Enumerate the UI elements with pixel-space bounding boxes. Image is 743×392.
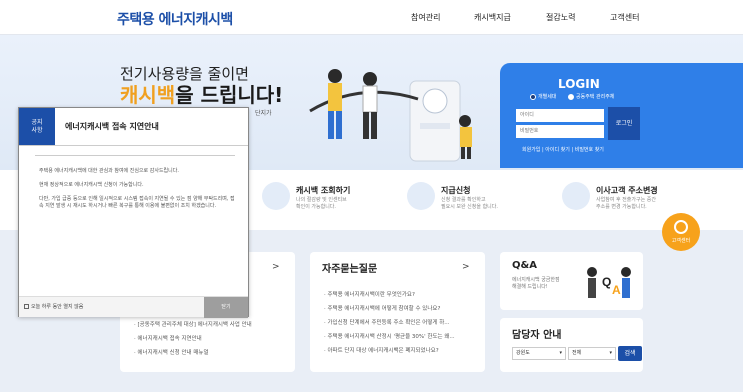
notice-item[interactable]: 에너지캐시백 접속 지연안내	[134, 334, 252, 348]
notice-item[interactable]: [공동주택 관리주체 대상] 에너지캐시백 사업 안내	[134, 320, 252, 334]
site-logo[interactable]: 주택용 에너지캐시백	[117, 9, 233, 29]
nav-customer-center[interactable]: 고객센터	[610, 12, 639, 23]
map-pin-icon	[562, 182, 590, 210]
notice-item[interactable]: 에너지캐시백 신청 안내 매뉴얼	[134, 348, 252, 362]
manager-card: 담당자 안내	[500, 318, 643, 372]
popup-footer: 오늘 하루 동안 열지 않음 닫기	[19, 296, 248, 318]
manager-title: 담당자 안내	[512, 330, 562, 341]
notice-list: [공동주택 관리주체 대상] 에너지캐시백 사업 안내 에너지캐시백 접속 지연…	[134, 320, 252, 362]
notice-popup: 공지 사항 에너지캐시백 접속 지연안내 주택용 에너지캐시백에 대한 관심과 참…	[18, 107, 249, 318]
faq-list: 주택용 에너지캐시백이란 무엇인가요? 주택용 에너지캐시백에 어떻게 참여할 …	[324, 290, 455, 360]
customer-center-badge[interactable]: 고객센터	[662, 213, 700, 251]
hero-highlight: 캐시백	[120, 83, 176, 107]
svg-text:A: A	[612, 283, 621, 297]
login-button[interactable]: 로그인	[608, 107, 640, 140]
login-links[interactable]: 회원가입 | 아이디 찾기 | 비밀번호 찾기	[522, 146, 604, 153]
qa-people-icon: Q A	[587, 267, 631, 298]
search-button[interactable]: 검색	[618, 346, 642, 361]
hero-line2-rest: 을 드립니다!	[175, 83, 284, 107]
radio-unselected-icon	[568, 93, 574, 100]
faq-title[interactable]: 자주묻는질문	[322, 260, 377, 275]
qa-description: 에너지캐시백 궁금한점 해결해 드립니다!	[512, 277, 560, 290]
scope-select[interactable]: 전체 ▾	[568, 347, 616, 360]
faq-item[interactable]: 가입신청 단계에서 주민등록 주소 확인은 어떻게 하...	[324, 318, 455, 332]
faq-card: 자주묻는질문 > 주택용 에너지캐시백이란 무엇인가요? 주택용 에너지캐시백에…	[310, 252, 485, 372]
qa-card[interactable]: Q&A 에너지캐시백 궁금한점 해결해 드립니다! Q A	[500, 252, 643, 310]
nav-saving[interactable]: 절감노력	[546, 12, 575, 23]
login-title: LOGIN	[558, 77, 600, 91]
password-input[interactable]	[516, 125, 604, 138]
nav-cashback[interactable]: 캐시백지급	[474, 12, 511, 23]
chevron-down-icon: ▾	[559, 350, 562, 356]
radio-apartment-manager[interactable]: 공동주택 관리주체	[568, 93, 614, 100]
hero-line2: 캐시백을 드립니다!	[120, 79, 283, 108]
computer-icon	[407, 182, 435, 210]
divider	[35, 155, 235, 156]
popup-close-button[interactable]: 닫기	[204, 297, 248, 318]
faq-item[interactable]: 주택용 에너지캐시백에 어떻게 참여할 수 있나요?	[324, 304, 455, 318]
chevron-down-icon: ▾	[609, 350, 612, 356]
faq-more-chevron-icon[interactable]: >	[462, 262, 470, 272]
qa-title: Q&A	[512, 260, 537, 271]
divider	[19, 145, 248, 146]
radio-individual[interactable]: 개별세대	[530, 93, 556, 100]
login-panel: LOGIN 개별세대 공동주택 관리주체 로그인 회원가입 | 아이디 찾기 |…	[500, 63, 743, 168]
top-navigation: 주택용 에너지캐시백 참여관리 캐시백지급 절감노력 고객센터	[0, 0, 743, 35]
hero-subtext: 단지가	[255, 110, 272, 117]
radio-selected-icon	[530, 93, 536, 100]
faq-item[interactable]: 주택용 에너지캐시백 산정시 '평균을 30%' 한도는 왜...	[324, 332, 455, 346]
family-plug-illustration	[309, 69, 472, 162]
nav-participation[interactable]: 참여관리	[411, 12, 440, 23]
popup-title: 에너지캐시백 접속 지연안내	[65, 122, 159, 131]
checkbox-icon	[24, 304, 29, 309]
no-show-today-checkbox[interactable]: 오늘 하루 동안 열지 않음	[24, 303, 83, 310]
region-select[interactable]: 강원도 ▾	[512, 347, 566, 360]
headset-icon	[674, 220, 688, 234]
id-input[interactable]	[516, 109, 604, 122]
svg-text:Q: Q	[602, 275, 611, 289]
faq-item[interactable]: 주택용 에너지캐시백이란 무엇인가요?	[324, 290, 455, 304]
monitor-won-icon	[262, 182, 290, 210]
notice-more-chevron-icon[interactable]: >	[272, 262, 280, 272]
faq-item[interactable]: 아파트 단지 대상 에너지캐시백은 폐지되었나요?	[324, 346, 455, 360]
popup-body: 주택용 에너지캐시백에 대한 관심과 참여에 진심으로 감사드립니다. 현재 정…	[39, 168, 235, 209]
notice-tag: 공지 사항	[19, 108, 55, 145]
